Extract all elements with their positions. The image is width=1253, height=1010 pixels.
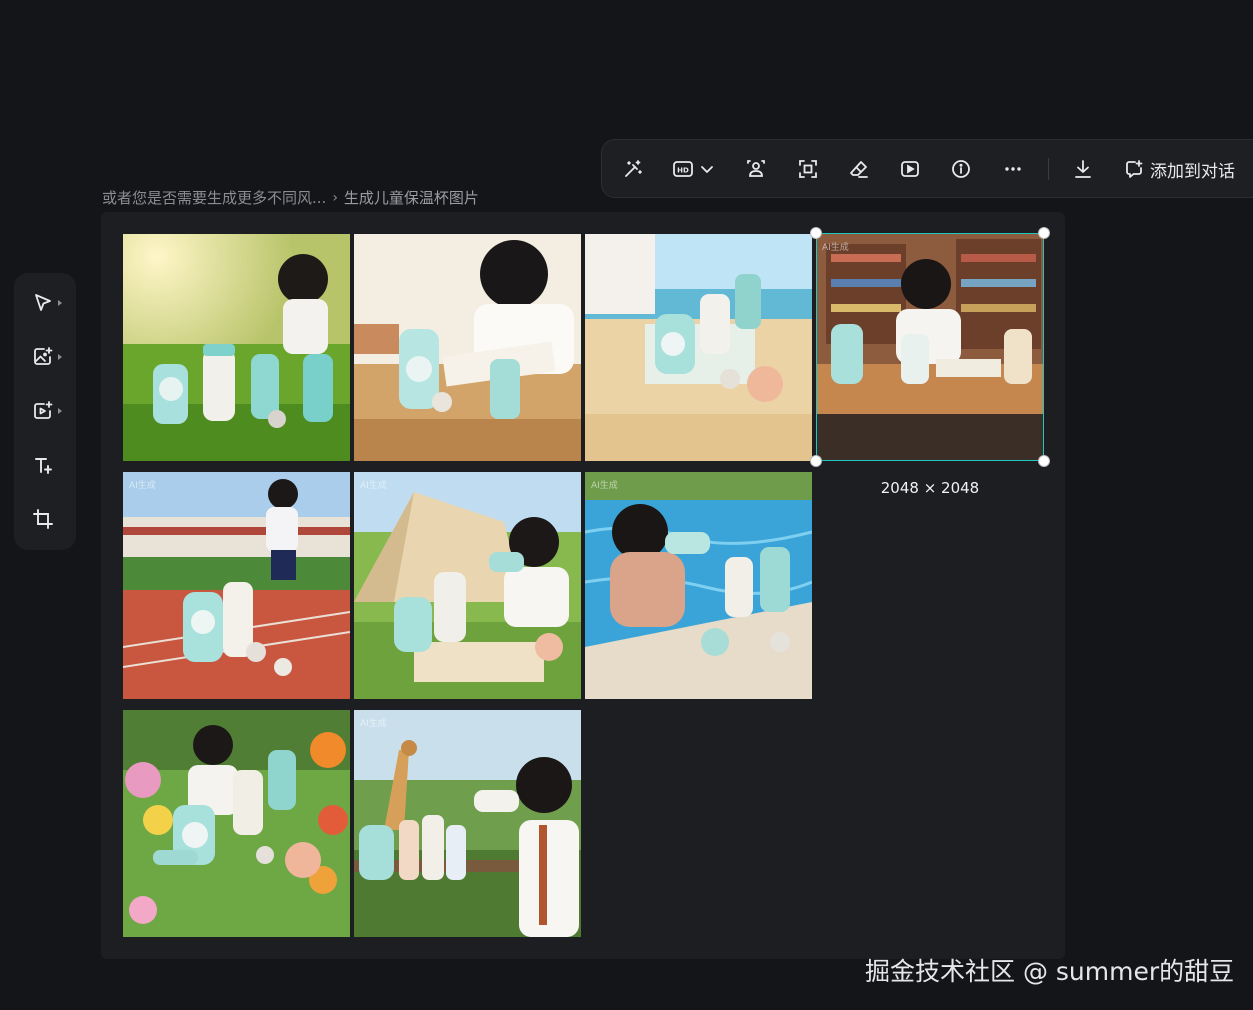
resize-handle-bottom-left[interactable] [810, 455, 822, 467]
add-to-chat-label: 添加到对话 [1150, 161, 1235, 182]
magic-wand-icon [625, 160, 642, 177]
ai-generated-tag: AI生成 [360, 481, 387, 491]
download-button[interactable] [1071, 153, 1095, 185]
text-tool-button[interactable] [32, 450, 72, 480]
generated-image-1[interactable] [123, 234, 350, 461]
generated-image-5[interactable]: AI生成 [123, 472, 350, 699]
ai-generated-tag: AI生成 [591, 481, 618, 491]
hd-upscale-button[interactable]: HD [672, 153, 716, 185]
chat-add-icon [1126, 160, 1143, 178]
breadcrumb-parent[interactable]: 或者您是否需要生成更多不同风... [102, 187, 326, 208]
generated-image-8[interactable] [123, 710, 350, 937]
image-size-label: 2048 × 2048 [876, 474, 984, 502]
svg-text:HD: HD [677, 167, 689, 175]
resize-handle-top-left[interactable] [810, 227, 822, 239]
expand-frame-button[interactable] [796, 153, 820, 185]
more-button[interactable] [1001, 153, 1025, 185]
ai-generated-tag: AI生成 [822, 243, 849, 253]
person-cutout-icon [747, 160, 765, 177]
expand-frame-icon [799, 160, 817, 178]
magic-wand-button[interactable] [620, 153, 646, 185]
ai-generated-tag: AI生成 [129, 481, 156, 491]
breadcrumb: 或者您是否需要生成更多不同风... › 生成儿童保温杯图片 [102, 187, 479, 208]
caret-right-icon [58, 300, 62, 306]
watermark: 掘金技术社区 @ summer的甜豆 [865, 957, 1235, 986]
select-cursor-icon [35, 294, 51, 311]
more-icon [1005, 167, 1021, 171]
generated-image-2[interactable] [354, 234, 581, 461]
add-video-tool-button[interactable] [32, 396, 72, 426]
resize-handle-top-right[interactable] [1038, 227, 1050, 239]
generated-image-7[interactable]: AI生成 [585, 472, 812, 699]
toolbar-divider [1048, 158, 1049, 180]
ai-generated-tag: AI生成 [360, 719, 387, 729]
person-cutout-button[interactable] [744, 153, 768, 185]
eraser-button[interactable] [847, 153, 871, 185]
caret-right-icon [58, 408, 62, 414]
breadcrumb-separator: › [332, 189, 338, 206]
eraser-icon [850, 161, 868, 178]
add-to-chat-button[interactable]: 添加到对话 [1124, 153, 1235, 185]
generated-image-3[interactable] [585, 234, 812, 461]
resize-handle-bottom-right[interactable] [1038, 455, 1050, 467]
video-add-icon [34, 401, 53, 419]
crop-tool-button[interactable] [32, 504, 72, 534]
text-tool-icon [35, 458, 52, 474]
generated-image-4[interactable]: AI生成 [816, 234, 1043, 461]
image-toolbar: HD 添加到对话 [601, 139, 1253, 198]
crop-tool-icon [33, 509, 53, 529]
info-button[interactable] [949, 153, 973, 185]
hd-upscale-icon: HD [673, 161, 713, 177]
select-tool-button[interactable] [32, 288, 72, 318]
download-icon [1075, 160, 1091, 178]
info-icon [952, 160, 970, 178]
play-video-icon [901, 161, 919, 177]
tool-rail [14, 273, 76, 550]
add-image-tool-button[interactable] [32, 342, 72, 372]
caret-right-icon [58, 354, 62, 360]
generated-image-6[interactable]: AI生成 [354, 472, 581, 699]
image-add-icon [34, 347, 53, 365]
generated-image-9[interactable]: AI生成 [354, 710, 581, 937]
play-video-button[interactable] [898, 153, 922, 185]
breadcrumb-current: 生成儿童保温杯图片 [343, 189, 479, 207]
